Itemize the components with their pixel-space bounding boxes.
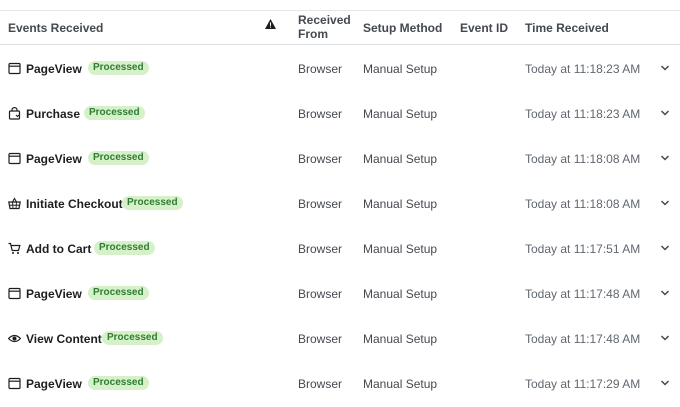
- chevron-down-icon[interactable]: [660, 199, 670, 207]
- setup-method-cell: Manual Setup: [363, 242, 438, 256]
- table-row[interactable]: PageView Processed Browser Manual Setup …: [0, 137, 680, 182]
- event-name: View Content: [26, 332, 102, 346]
- event-name: Add to Cart: [26, 242, 92, 256]
- chevron-down-icon[interactable]: [660, 154, 670, 162]
- status-badge: Processed: [88, 376, 149, 390]
- column-header-time-received[interactable]: Time Received: [525, 21, 609, 35]
- page-icon: [8, 287, 21, 300]
- time-received-cell: Today at 11:18:08 AM: [525, 152, 641, 166]
- chevron-down-icon[interactable]: [660, 289, 670, 297]
- chevron-down-icon[interactable]: [660, 109, 670, 117]
- purchase-bag-icon: [8, 107, 21, 120]
- time-received-cell: Today at 11:17:29 AM: [525, 377, 641, 391]
- received-from-cell: Browser: [298, 107, 343, 121]
- received-from-cell: Browser: [298, 332, 343, 346]
- event-name: Initiate Checkout: [26, 197, 123, 211]
- setup-method-cell: Manual Setup: [363, 377, 438, 391]
- received-from-cell: Browser: [298, 152, 343, 166]
- column-header-events-received[interactable]: Events Received: [8, 21, 103, 35]
- chevron-down-icon[interactable]: [660, 379, 670, 387]
- received-from-cell: Browser: [298, 197, 343, 211]
- status-badge: Processed: [84, 106, 145, 120]
- table-row[interactable]: View Content Processed Browser Manual Se…: [0, 317, 680, 362]
- received-from-cell: Browser: [298, 377, 343, 391]
- table-row[interactable]: Initiate Checkout Processed Browser Manu…: [0, 182, 680, 227]
- table-row[interactable]: PageView Processed Browser Manual Setup …: [0, 47, 680, 92]
- event-name: PageView: [26, 377, 82, 391]
- cart-icon: [8, 242, 21, 255]
- warning-icon[interactable]: [265, 19, 276, 29]
- table-row[interactable]: PageView Processed Browser Manual Setup …: [0, 272, 680, 317]
- chevron-down-icon[interactable]: [660, 64, 670, 72]
- setup-method-cell: Manual Setup: [363, 152, 438, 166]
- column-header-setup-method[interactable]: Setup Method: [363, 21, 442, 35]
- table-row[interactable]: PageView Processed Browser Manual Setup …: [0, 362, 680, 407]
- column-header-event-id[interactable]: Event ID: [460, 21, 508, 35]
- event-name: PageView: [26, 62, 82, 76]
- basket-icon: [8, 197, 21, 210]
- time-received-cell: Today at 11:18:08 AM: [525, 197, 641, 211]
- setup-method-cell: Manual Setup: [363, 287, 438, 301]
- column-header-received-from[interactable]: Received From: [298, 13, 358, 41]
- page-icon: [8, 377, 21, 390]
- event-name: Purchase: [26, 107, 81, 121]
- time-received-cell: Today at 11:17:51 AM: [525, 242, 641, 256]
- table-row[interactable]: Add to Cart Processed Browser Manual Set…: [0, 227, 680, 272]
- page-icon: [8, 62, 21, 75]
- setup-method-cell: Manual Setup: [363, 197, 438, 211]
- chevron-down-icon[interactable]: [660, 244, 670, 252]
- time-received-cell: Today at 11:17:48 AM: [525, 332, 641, 346]
- received-from-cell: Browser: [298, 62, 343, 76]
- event-name: PageView: [26, 152, 82, 166]
- setup-method-cell: Manual Setup: [363, 107, 438, 121]
- time-received-cell: Today at 11:17:48 AM: [525, 287, 641, 301]
- event-name: PageView: [26, 287, 82, 301]
- time-received-cell: Today at 11:18:23 AM: [525, 62, 641, 76]
- setup-method-cell: Manual Setup: [363, 332, 438, 346]
- events-table: Events Received Received From Setup Meth…: [0, 0, 680, 398]
- table-row[interactable]: Purchase Processed Browser Manual Setup …: [0, 92, 680, 137]
- chevron-down-icon[interactable]: [660, 334, 670, 342]
- eye-icon: [8, 332, 21, 345]
- received-from-cell: Browser: [298, 242, 343, 256]
- time-received-cell: Today at 11:18:23 AM: [525, 107, 641, 121]
- page-icon: [8, 152, 21, 165]
- status-badge: Processed: [102, 331, 163, 345]
- table-header: Events Received Received From Setup Meth…: [0, 11, 680, 45]
- status-badge: Processed: [88, 61, 149, 75]
- status-badge: Processed: [88, 151, 149, 165]
- setup-method-cell: Manual Setup: [363, 62, 438, 76]
- status-badge: Processed: [122, 196, 183, 210]
- received-from-cell: Browser: [298, 287, 343, 301]
- status-badge: Processed: [88, 286, 149, 300]
- status-badge: Processed: [94, 241, 155, 255]
